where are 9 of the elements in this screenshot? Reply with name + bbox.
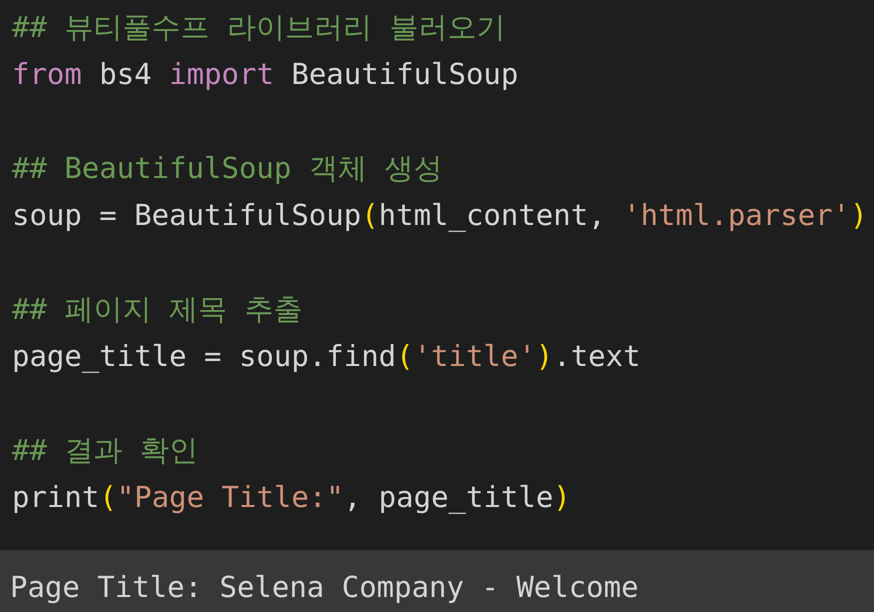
- code-comment: ## BeautifulSoup 객체 생성: [12, 150, 444, 187]
- code-comment: ## 페이지 제목 추출: [12, 291, 304, 328]
- code-line: print("Page Title:", page_title): [12, 479, 572, 516]
- code-line: from bs4 import BeautifulSoup: [12, 56, 520, 93]
- code-line: page_title = soup.find('title').text: [12, 338, 642, 375]
- code-comment: ## 결과 확인: [12, 432, 199, 469]
- code-comment: ## 뷰티풀수프 라이브러리 불러오기: [12, 9, 506, 46]
- output-text: Page Title: Selena Company - Welcome: [10, 569, 639, 606]
- code-line: soup = BeautifulSoup(html_content, 'html.parser'): [12, 197, 869, 234]
